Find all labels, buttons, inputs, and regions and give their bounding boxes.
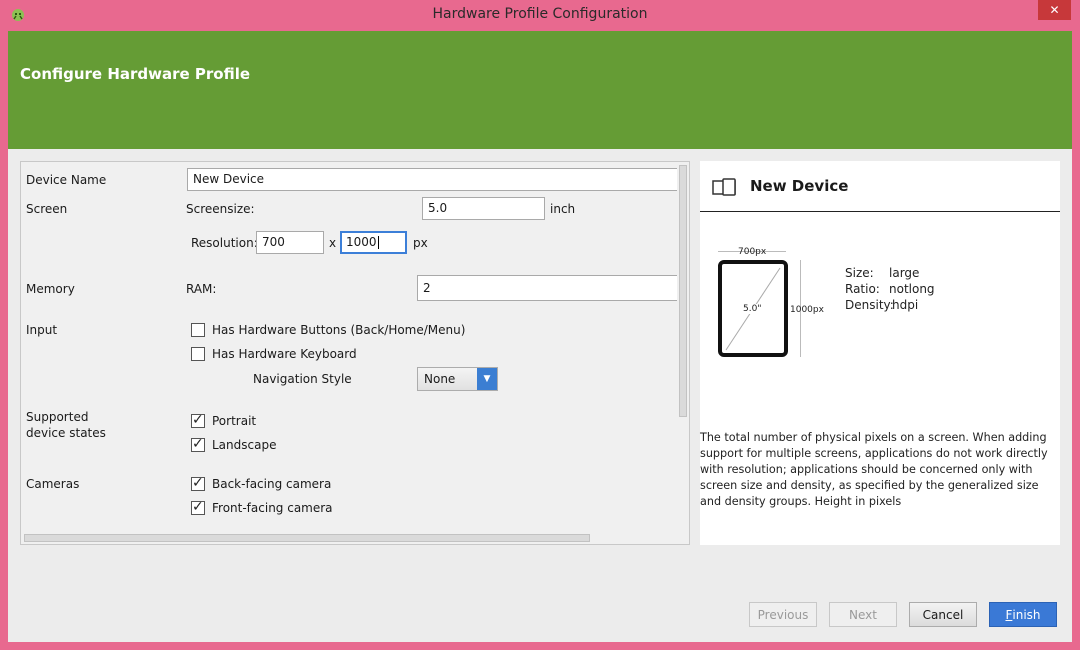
ratio-value: notlong (889, 282, 935, 296)
device-states-label: Supported device states (26, 409, 106, 441)
resolution-times: x (329, 236, 337, 250)
screensize-label: Screensize: (186, 202, 255, 216)
chevron-down-icon: ▼ (477, 368, 497, 390)
check-icon: ✓ (192, 436, 204, 452)
ratio-label: Ratio: (845, 282, 880, 296)
portrait-checkbox[interactable]: ✓ Portrait (191, 412, 256, 430)
horizontal-scrollbar[interactable] (22, 532, 678, 543)
device-states-label-line2: device states (26, 426, 106, 440)
field-description: The total number of physical pixels on a… (700, 431, 1048, 508)
hardware-buttons-checkbox[interactable]: Has Hardware Buttons (Back/Home/Menu) (191, 321, 465, 339)
check-icon: ✓ (192, 499, 204, 515)
window-title: Hardware Profile Configuration (432, 6, 648, 22)
screensize-unit: inch (550, 202, 576, 216)
finish-button[interactable]: Finish (989, 602, 1057, 627)
landscape-checkbox[interactable]: ✓ Landscape (191, 436, 276, 454)
front-camera-checkbox[interactable]: ✓ Front-facing camera (191, 499, 333, 517)
preview-header: New Device (700, 161, 1060, 212)
front-camera-label: Front-facing camera (212, 501, 333, 515)
hardware-keyboard-label: Has Hardware Keyboard (212, 347, 357, 361)
screen-label: Screen (26, 202, 68, 216)
back-camera-checkbox[interactable]: ✓ Back-facing camera (191, 475, 331, 493)
text-caret (377, 236, 379, 249)
page-title: Configure Hardware Profile (20, 65, 251, 83)
diagonal-size-label: 5.0" (742, 304, 763, 314)
vertical-scrollbar-thumb[interactable] (679, 165, 687, 417)
ram-label: RAM: (186, 282, 217, 296)
header-banner: Configure Hardware Profile (8, 31, 1072, 149)
checkbox-box: ✓ (191, 499, 205, 515)
size-label: Size: (845, 266, 874, 280)
preview-title: New Device (750, 177, 849, 195)
portrait-label: Portrait (212, 414, 257, 428)
checkbox-box: ✓ (191, 412, 205, 428)
next-button[interactable]: Next (829, 602, 897, 627)
ram-input[interactable]: 2 (417, 275, 679, 301)
preview-panel: New Device 700px 5.0" 1000px Size: large… (700, 161, 1060, 545)
checkbox-box: ✓ (191, 436, 205, 452)
back-camera-label: Back-facing camera (212, 477, 332, 491)
previous-button[interactable]: Previous (749, 602, 817, 627)
dialog-content: Configure Hardware Profile Device Name N… (8, 31, 1072, 642)
landscape-label: Landscape (212, 438, 277, 452)
cameras-label: Cameras (26, 477, 80, 491)
check-icon: ✓ (192, 412, 204, 428)
resolution-height-value: 1000 (346, 235, 377, 249)
navigation-style-label: Navigation Style (253, 372, 352, 386)
resolution-label: Resolution: (191, 236, 258, 250)
vertical-scrollbar[interactable] (677, 163, 688, 533)
memory-label: Memory (26, 282, 75, 296)
device-name-label: Device Name (26, 173, 107, 187)
input-label: Input (26, 323, 58, 337)
device-states-label-line1: Supported (26, 410, 89, 424)
device-name-input[interactable]: New Device (187, 168, 679, 191)
density-label: Density: (845, 298, 894, 312)
check-icon: ✓ (192, 475, 204, 491)
form-panel: Device Name New Device Screen Screensize… (20, 161, 690, 545)
checkbox-box: ✓ (191, 475, 205, 491)
close-button[interactable]: ✕ (1038, 0, 1071, 20)
resolution-unit: px (413, 236, 428, 250)
hardware-buttons-label: Has Hardware Buttons (Back/Home/Menu) (212, 323, 466, 337)
navigation-style-value: None (424, 372, 456, 386)
title-bar: Hardware Profile Configuration ✕ (0, 0, 1080, 31)
width-dimension-label: 700px (738, 247, 767, 257)
screensize-input[interactable]: 5.0 (422, 197, 545, 220)
checkbox-box (191, 347, 205, 361)
navigation-style-select[interactable]: None ▼ (417, 367, 498, 391)
size-value: large (889, 266, 920, 280)
horizontal-scrollbar-thumb[interactable] (24, 534, 590, 542)
finish-mnemonic: F (1005, 607, 1013, 622)
density-value: hdpi (892, 298, 919, 312)
cancel-button[interactable]: Cancel (909, 602, 977, 627)
height-dimension-label: 1000px (790, 305, 824, 315)
resolution-height-input[interactable]: 1000 (340, 231, 407, 254)
finish-label-rest: inish (1012, 607, 1041, 622)
hardware-keyboard-checkbox[interactable]: Has Hardware Keyboard (191, 345, 357, 363)
resolution-width-input[interactable]: 700 (256, 231, 324, 254)
close-icon: ✕ (1049, 3, 1060, 17)
device-icon (712, 178, 736, 196)
checkbox-box (191, 323, 205, 337)
